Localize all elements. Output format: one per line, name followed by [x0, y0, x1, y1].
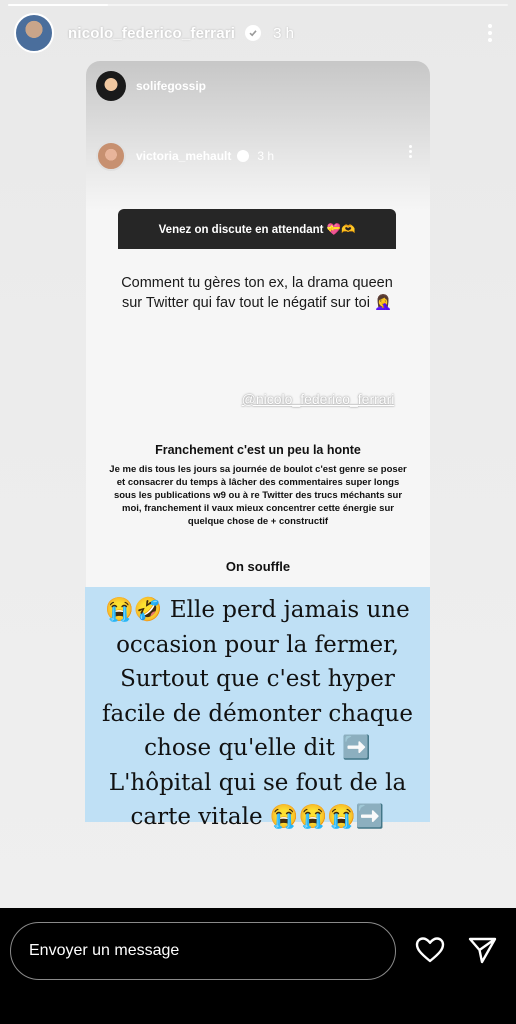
caption-line: carte vitale 😭😭😭➡️ — [130, 804, 385, 830]
more-vertical-icon[interactable] — [478, 18, 502, 48]
reply-bar: Envoyer un message — [0, 908, 516, 1024]
mention-tag: @nicolo_federico_ferrari — [86, 391, 430, 407]
caption-line: chose qu'elle dit ➡️ — [144, 735, 371, 761]
story-progress-bar — [8, 4, 508, 6]
reply-end: On souffle — [225, 559, 291, 574]
send-icon[interactable] — [466, 934, 498, 966]
verified-badge-icon — [237, 150, 250, 162]
story-container[interactable]: nicolo_federico_ferrari 3 h solifegossip… — [0, 0, 516, 908]
reply-title: Franchement c'est un peu la honte — [155, 443, 361, 457]
mention-text: @nicolo_federico_ferrari — [241, 391, 395, 407]
caption-line: 😭🤣 Elle perd jamais une — [105, 597, 410, 623]
repost-row: solifegossip — [96, 71, 206, 101]
repost-avatar — [96, 71, 126, 101]
author-time: 3 h — [257, 149, 275, 163]
story-header: nicolo_federico_ferrari 3 h — [14, 12, 502, 54]
avatar[interactable] — [14, 13, 54, 53]
reply-body: Je me dis tous les jours sa journée de b… — [109, 464, 407, 527]
heart-icon[interactable] — [414, 934, 446, 966]
story-progress-fill — [8, 4, 108, 6]
message-input[interactable]: Envoyer un message — [10, 922, 396, 980]
caption-line: L'hôpital qui se fout de la — [108, 769, 407, 796]
caption-line: facile de démonter chaque — [102, 700, 413, 727]
story-caption: 😭🤣 Elle perd jamais une occasion pour la… — [85, 587, 430, 830]
story-time: 3 h — [273, 24, 295, 42]
story-username[interactable]: nicolo_federico_ferrari — [68, 25, 235, 42]
more-vertical-icon — [409, 145, 412, 158]
question-text-content: Comment tu gères ton ex, la drama queen … — [121, 275, 393, 311]
shared-post-header: solifegossip victoria_mehault 3 h — [86, 61, 430, 211]
repost-username: solifegossip — [136, 79, 207, 93]
caption-line: Surtout que c'est hyper — [120, 666, 395, 692]
author-row: victoria_mehault 3 h — [96, 141, 274, 171]
question-text: Comment tu gères ton ex, la drama queen … — [118, 249, 396, 337]
author-username: victoria_mehault — [136, 149, 232, 163]
question-prompt: Venez on discute en attendant 💝🫶 — [118, 209, 396, 249]
verified-badge-icon — [245, 25, 262, 41]
author-avatar — [96, 141, 126, 171]
caption-line: occasion pour la fermer, — [116, 631, 399, 658]
message-placeholder: Envoyer un message — [29, 942, 180, 959]
